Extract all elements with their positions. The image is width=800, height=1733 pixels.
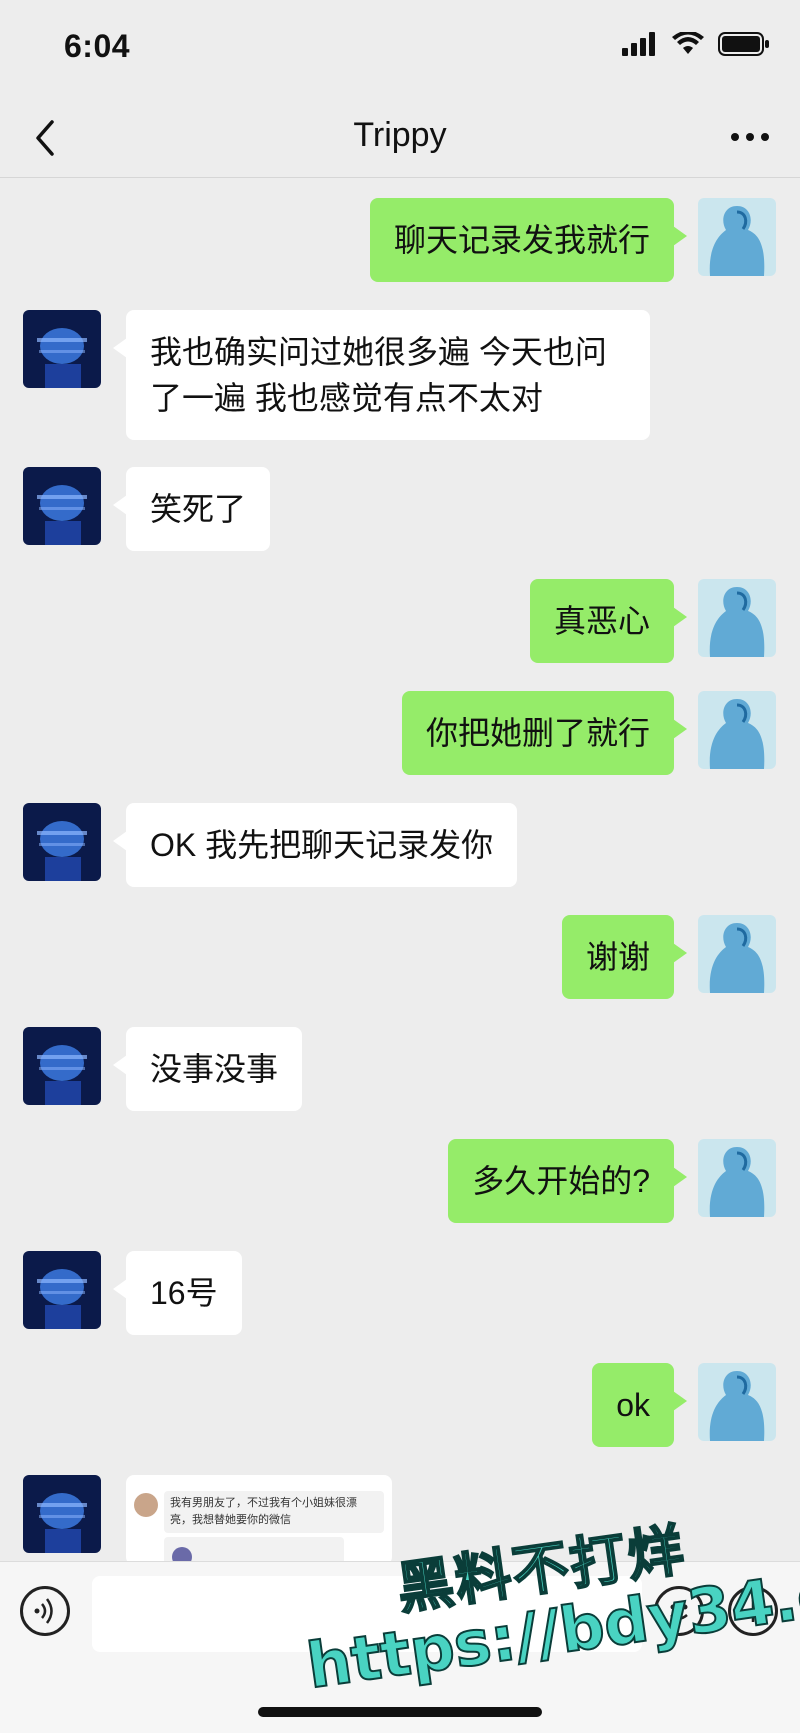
message-bubble-outgoing[interactable]: ok xyxy=(592,1363,687,1447)
chat-history[interactable]: 聊天记录发我就行 我也确实问过她很多遍 今天也问了一遍 我也感觉有点不太对 笑死… xyxy=(0,178,800,1561)
status-time: 6:04 xyxy=(64,28,131,64)
message-bubble-incoming[interactable]: 16号 xyxy=(113,1251,242,1335)
status-bar: 6:04 xyxy=(0,0,800,100)
contact-avatar[interactable] xyxy=(23,803,101,881)
my-avatar[interactable] xyxy=(698,198,776,276)
chat-title: Trippy xyxy=(353,116,447,154)
my-avatar[interactable] xyxy=(698,915,776,993)
card-message-text: 我有男朋友了，不过我有个小姐妹很漂亮，我想替她要你的微信 xyxy=(164,1491,384,1533)
message-bubble-outgoing[interactable]: 你把她删了就行 xyxy=(401,691,688,775)
contact-avatar[interactable] xyxy=(23,1475,101,1553)
signal-icon xyxy=(622,32,655,56)
my-avatar[interactable] xyxy=(698,1139,776,1217)
contact-avatar[interactable] xyxy=(23,467,101,545)
message-bubble-incoming[interactable]: 没事没事 xyxy=(112,1027,303,1111)
voice-icon xyxy=(34,1598,53,1624)
card-avatar xyxy=(134,1493,158,1517)
message-bubble-outgoing[interactable]: 多久开始的? xyxy=(448,1139,687,1223)
my-avatar[interactable] xyxy=(698,691,776,769)
nav-bar: Trippy xyxy=(0,100,800,178)
contact-avatar[interactable] xyxy=(23,1251,101,1329)
status-icons xyxy=(622,32,770,56)
my-avatar[interactable] xyxy=(698,579,776,657)
contact-avatar[interactable] xyxy=(23,310,101,388)
message-bubble-outgoing[interactable]: 真恶心 xyxy=(529,579,688,663)
contact-avatar[interactable] xyxy=(23,1027,101,1105)
voice-button[interactable] xyxy=(20,1586,70,1636)
more-icon[interactable] xyxy=(728,122,772,152)
message-bubble-incoming[interactable]: 我也确实问过她很多遍 今天也问了一遍 我也感觉有点不太对 xyxy=(113,310,650,440)
wifi-icon xyxy=(672,32,704,54)
message-bubble-outgoing[interactable]: 聊天记录发我就行 xyxy=(369,198,688,282)
message-bubble-incoming[interactable]: 笑死了 xyxy=(112,467,271,551)
message-bubble-outgoing[interactable]: 谢谢 xyxy=(561,915,688,999)
my-avatar[interactable] xyxy=(698,1363,776,1441)
battery-icon xyxy=(718,32,769,56)
message-bubble-incoming[interactable]: OK 我先把聊天记录发你 xyxy=(112,803,518,887)
